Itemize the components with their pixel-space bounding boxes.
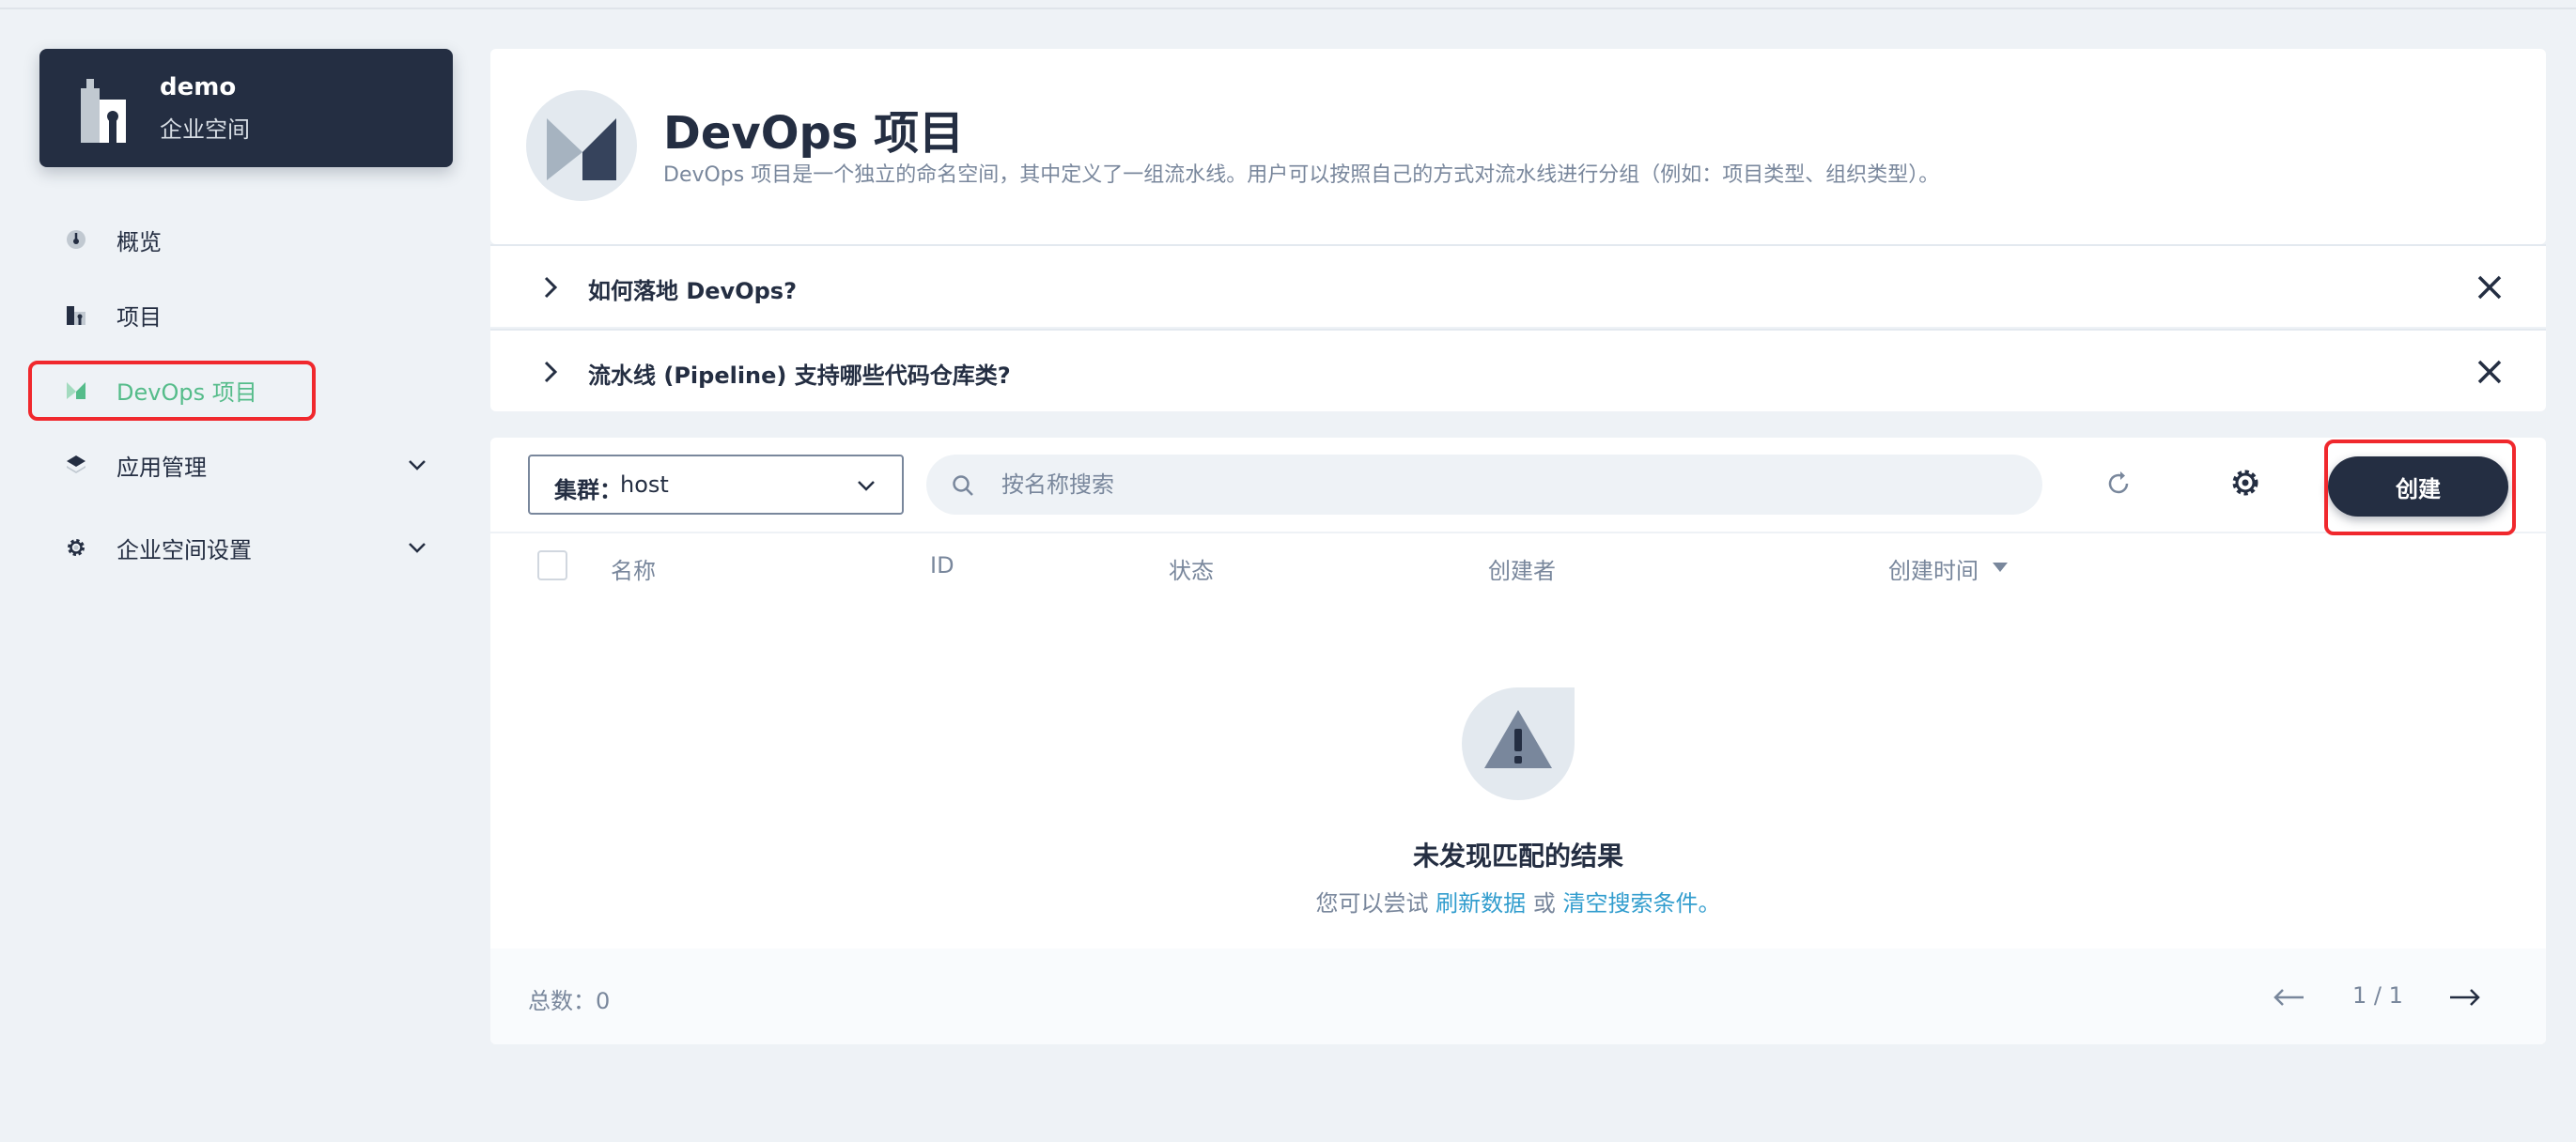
workspace-name: demo: [160, 73, 237, 101]
column-header-creator[interactable]: 创建者: [1488, 552, 1556, 585]
page-description: DevOps 项目是一个独立的命名空间，其中定义了一组流水线。用户可以按照自己的…: [663, 163, 1940, 187]
table-footer: 总数：0 1 / 1: [490, 949, 2546, 1044]
close-icon[interactable]: [2476, 274, 2503, 301]
chevron-down-icon: [409, 460, 426, 471]
top-divider: [0, 8, 2576, 9]
project-icon: [67, 306, 85, 325]
arrow-left-icon[interactable]: [2272, 988, 2305, 1007]
chevron-right-icon: [544, 276, 558, 299]
highlight-box-create: [2324, 440, 2516, 535]
cluster-select-value: host: [620, 471, 669, 498]
column-header-created-time[interactable]: 创建时间: [1888, 552, 1979, 585]
workspace-subtitle: 企业空间: [160, 116, 250, 143]
highlight-box-devops: [28, 361, 316, 421]
sidebar-item-overview[interactable]: 概览: [39, 208, 453, 270]
page-header: DevOps 项目 DevOps 项目是一个独立的命名空间，其中定义了一组流水线…: [490, 49, 2546, 244]
sidebar-item-label: 项目: [116, 303, 162, 331]
empty-state-hint: 您可以尝试 刷新数据 或 清空搜索条件。: [490, 885, 2546, 918]
clear-search-link[interactable]: 清空搜索条件。: [1562, 890, 1720, 917]
sidebar-item-label: 应用管理: [116, 454, 207, 481]
sidebar-item-label: 概览: [116, 228, 162, 255]
sort-caret-icon[interactable]: [1992, 562, 2009, 573]
column-header-status[interactable]: 状态: [1169, 552, 1214, 585]
warning-icon: [1462, 687, 1575, 800]
faq-question: 如何落地 DevOps?: [588, 278, 797, 304]
refresh-data-link[interactable]: 刷新数据: [1435, 890, 1526, 917]
column-header-id[interactable]: ID: [930, 552, 954, 579]
table-header: 名称 ID 状态 创建者 创建时间: [490, 535, 2546, 595]
chevron-down-icon: [409, 543, 426, 553]
page-title: DevOps 项目: [663, 107, 965, 160]
arrow-right-icon[interactable]: [2448, 988, 2482, 1007]
devops-icon: [526, 90, 637, 201]
chevron-right-icon: [544, 361, 558, 383]
refresh-icon[interactable]: [2103, 468, 2134, 500]
chevron-down-icon: [858, 481, 875, 491]
faq-item[interactable]: 流水线 (Pipeline) 支持哪些代码仓库类?: [490, 329, 2546, 411]
sidebar-item-label: 企业空间设置: [116, 536, 252, 563]
search-icon: [953, 475, 973, 496]
cluster-select-label: 集群：: [554, 477, 622, 503]
empty-state-title: 未发现匹配的结果: [1412, 841, 1623, 872]
total-count: 总数：0: [528, 988, 611, 1014]
sidebar-item-workspace-settings[interactable]: 企业空间设置: [39, 517, 453, 579]
cluster-select[interactable]: 集群： host: [528, 455, 904, 515]
dashboard-icon: [67, 230, 85, 249]
building-icon: [81, 79, 126, 143]
column-header-name[interactable]: 名称: [611, 552, 656, 585]
close-icon[interactable]: [2476, 359, 2503, 385]
sidebar-item-app-management[interactable]: 应用管理: [39, 434, 453, 496]
empty-hint-prefix: 您可以尝试: [1315, 890, 1429, 917]
faq-question: 流水线 (Pipeline) 支持哪些代码仓库类?: [588, 363, 1011, 389]
search-input[interactable]: [1001, 466, 2016, 503]
empty-hint-or: 或: [1532, 890, 1556, 917]
select-all-checkbox[interactable]: [537, 550, 567, 580]
gear-icon: [68, 539, 85, 556]
search-box[interactable]: [926, 455, 2042, 515]
toolbar: 集群： host 创建: [490, 438, 2546, 533]
page-indicator: 1 / 1: [2352, 982, 2403, 1009]
workspace-card[interactable]: demo 企业空间: [39, 49, 453, 167]
sidebar-item-projects[interactable]: 项目: [39, 284, 453, 346]
gear-icon[interactable]: [2228, 466, 2262, 500]
devops-project-list: 集群： host 创建 名称 ID 状态 创建: [490, 438, 2546, 1044]
layers-icon: [67, 455, 85, 473]
faq-item[interactable]: 如何落地 DevOps?: [490, 244, 2546, 327]
